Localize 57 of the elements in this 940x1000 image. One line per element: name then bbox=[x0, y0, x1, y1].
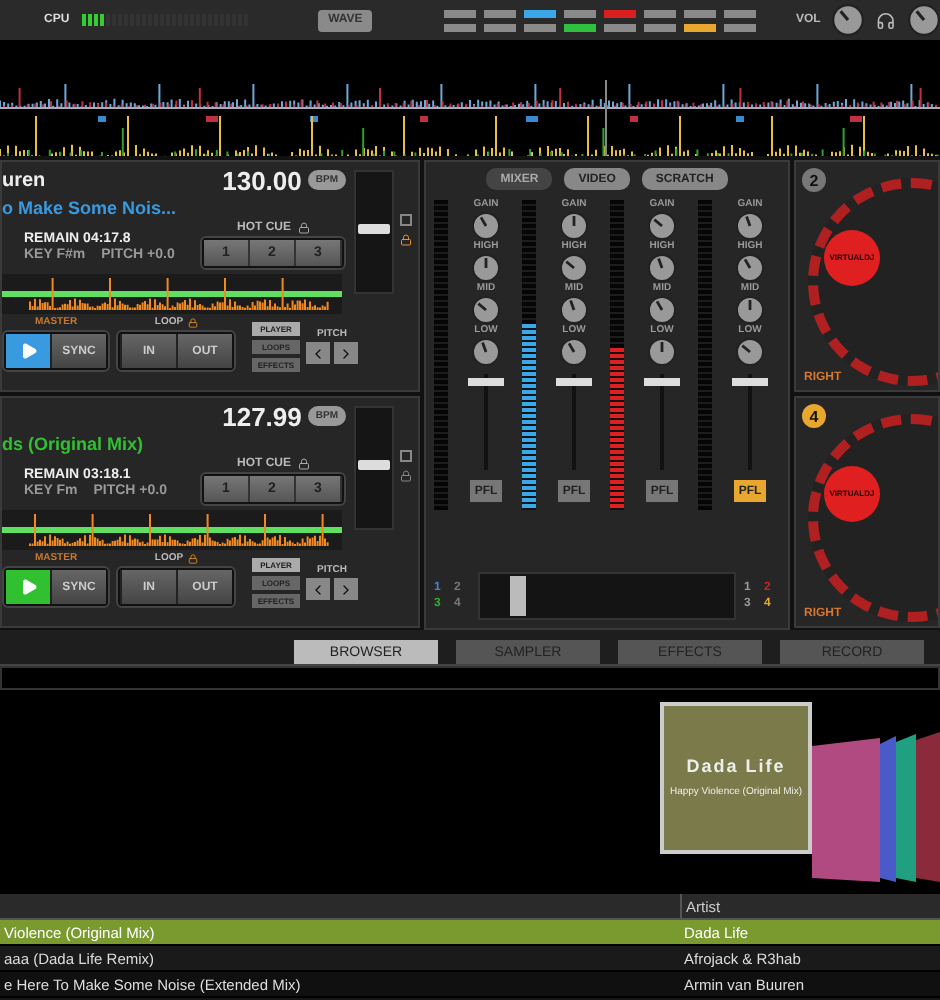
track-title: o Make Some Nois... bbox=[2, 198, 179, 222]
square-icon[interactable] bbox=[400, 450, 412, 462]
deck-selector-button[interactable] bbox=[603, 23, 636, 31]
knob-icon[interactable] bbox=[648, 212, 676, 240]
track-artist: uren bbox=[2, 169, 46, 191]
knob-icon[interactable] bbox=[560, 212, 588, 240]
bpm-readout: 127.99 bbox=[222, 401, 302, 431]
lock-icon[interactable] bbox=[187, 554, 198, 564]
pitch-slider[interactable] bbox=[354, 170, 394, 294]
knob-icon[interactable] bbox=[472, 296, 500, 324]
track-title: ds (Original Mix) bbox=[2, 434, 146, 458]
knob-icon[interactable] bbox=[560, 254, 588, 282]
headphones-icon[interactable] bbox=[876, 9, 897, 31]
deck-selector-button[interactable] bbox=[483, 9, 516, 17]
deck-selector-button[interactable] bbox=[643, 9, 676, 17]
lock-icon[interactable] bbox=[297, 222, 309, 234]
knob-icon[interactable] bbox=[736, 338, 764, 366]
deck-selector-button[interactable] bbox=[563, 9, 596, 17]
lock-icon[interactable] bbox=[400, 470, 412, 482]
deck-selector-button[interactable] bbox=[603, 9, 636, 17]
knob-icon[interactable] bbox=[832, 4, 865, 36]
deck-selector-button[interactable] bbox=[563, 23, 596, 31]
play-icon bbox=[19, 578, 37, 596]
deck-selector-button[interactable] bbox=[723, 23, 756, 31]
knob-icon[interactable] bbox=[908, 4, 940, 36]
deck-selector-button[interactable] bbox=[723, 9, 756, 17]
bpm-readout: 130.00 bbox=[222, 165, 302, 195]
deck-selector-button[interactable] bbox=[523, 23, 556, 31]
deck-selector-button[interactable] bbox=[483, 23, 516, 31]
square-icon[interactable] bbox=[400, 214, 412, 226]
knob-icon[interactable] bbox=[736, 212, 764, 240]
knob-icon[interactable] bbox=[560, 338, 588, 366]
play-icon bbox=[19, 342, 37, 360]
knob-icon[interactable] bbox=[472, 338, 500, 366]
knob-icon[interactable] bbox=[560, 296, 588, 324]
lock-icon[interactable] bbox=[187, 318, 198, 328]
deck-selector-button[interactable] bbox=[443, 9, 476, 17]
knob-icon[interactable] bbox=[472, 212, 500, 240]
play-button[interactable] bbox=[6, 334, 50, 368]
deck-number: 4 bbox=[802, 404, 826, 428]
deck-selector-button[interactable] bbox=[683, 23, 716, 31]
deck-selector-button[interactable] bbox=[443, 23, 476, 31]
crossfader[interactable] bbox=[478, 572, 736, 620]
search-field[interactable] bbox=[0, 666, 940, 690]
knob-icon[interactable] bbox=[736, 254, 764, 282]
knob-icon[interactable] bbox=[648, 338, 676, 366]
lock-icon[interactable] bbox=[297, 458, 309, 470]
knob-icon[interactable] bbox=[736, 296, 764, 324]
deck-selector-button[interactable] bbox=[643, 23, 676, 31]
deck-selector-button[interactable] bbox=[683, 9, 716, 17]
knob-icon[interactable] bbox=[472, 254, 500, 282]
deck-selector-button[interactable] bbox=[523, 9, 556, 17]
knob-icon[interactable] bbox=[648, 254, 676, 282]
knob-icon[interactable] bbox=[648, 296, 676, 324]
lock-icon[interactable] bbox=[400, 234, 412, 246]
deck-number: 2 bbox=[802, 168, 826, 192]
pitch-slider[interactable] bbox=[354, 406, 394, 530]
